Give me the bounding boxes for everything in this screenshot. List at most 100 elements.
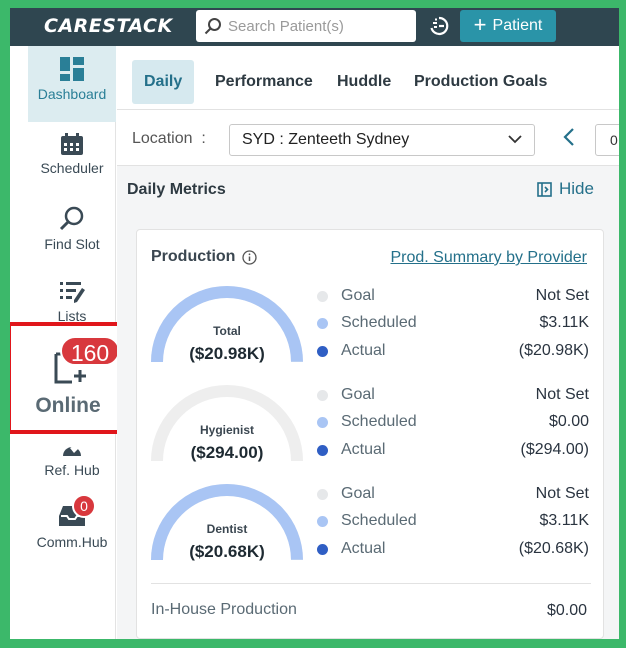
gauge-value-total: ($20.98K)	[189, 344, 265, 363]
nav-item-find-slot[interactable]: Find Slot	[28, 206, 116, 266]
gauge-label-dentist: Dentist	[206, 522, 248, 536]
metric-value: Not Set	[535, 386, 589, 403]
inhouse-production-value: $0.00	[546, 602, 587, 619]
scheduled-dot	[317, 516, 328, 527]
hide-button[interactable]: Hide	[537, 179, 594, 199]
metric-value: Not Set	[535, 287, 589, 304]
metric-row-scheduled: Scheduled $3.11K	[317, 313, 589, 335]
gauge-value-dentist: ($20.68K)	[189, 542, 265, 561]
gauge-label-total: Total	[213, 324, 241, 338]
main-content: Daily Performance Huddle Production Goal…	[117, 46, 619, 639]
tab-huddle[interactable]: Huddle	[325, 60, 403, 104]
timer-icon[interactable]	[428, 15, 450, 37]
metric-label: Goal	[341, 485, 375, 502]
list-edit-icon	[60, 282, 85, 303]
metric-value: ($294.00)	[520, 441, 590, 458]
metric-label: Scheduled	[341, 314, 417, 331]
location-label: Location :	[132, 130, 206, 147]
calendar-icon	[61, 133, 83, 155]
metric-row-goal: Goal Not Set	[317, 484, 589, 506]
search-icon	[204, 18, 221, 35]
chevron-down-icon	[508, 135, 522, 144]
left-nav: Dashboard Scheduler Find Slot Lists Ref.…	[10, 46, 129, 639]
location-bar: Location : SYD : Zenteeth Sydney 0	[117, 110, 619, 166]
goal-dot	[317, 291, 328, 302]
nav-label-dashboard: Dashboard	[37, 86, 107, 102]
production-title: Production	[151, 248, 258, 266]
comm-hub-badge: 0	[72, 494, 96, 518]
scheduled-dot	[317, 318, 328, 329]
info-icon[interactable]	[242, 249, 258, 265]
production-title-text: Production	[151, 248, 236, 265]
metric-row-actual: Actual ($20.68K)	[317, 539, 589, 561]
location-select[interactable]: SYD : Zenteeth Sydney	[229, 124, 535, 156]
tab-production-goals[interactable]: Production Goals	[402, 60, 559, 104]
metric-row-actual: Actual ($20.98K)	[317, 341, 589, 363]
date-picker[interactable]: 0	[595, 124, 619, 156]
online-badge: 160	[60, 336, 120, 366]
production-group-total: Total ($20.98K) Goal Not Set Scheduled $3.…	[137, 286, 605, 376]
production-card: Production Prod. Summary by Provider Tot…	[136, 229, 604, 639]
nav-label-comm-hub: Comm.Hub	[36, 534, 108, 550]
metric-label: Goal	[341, 386, 375, 403]
nav-item-online[interactable]: 160 Online	[10, 322, 129, 434]
metric-label: Actual	[341, 342, 386, 359]
nav-item-scheduler[interactable]: Scheduler	[28, 132, 116, 192]
nav-item-dashboard[interactable]: Dashboard	[28, 46, 116, 122]
metric-row-scheduled: Scheduled $0.00	[317, 412, 589, 434]
metric-label: Goal	[341, 287, 375, 304]
metric-value: $3.11K	[539, 512, 589, 529]
patient-search[interactable]	[196, 10, 416, 42]
referral-icon	[63, 444, 81, 456]
nav-label-find-slot: Find Slot	[44, 236, 100, 252]
top-bar: CARESTACK + Patient	[10, 8, 619, 46]
metric-row-actual: Actual ($294.00)	[317, 440, 589, 462]
app-logo[interactable]: CARESTACK	[44, 15, 173, 37]
chevron-left-icon[interactable]	[563, 128, 575, 146]
add-patient-label: Patient	[492, 17, 543, 34]
metric-label: Actual	[341, 540, 386, 557]
nav-label-ref-hub: Ref. Hub	[44, 462, 100, 478]
actual-dot	[317, 346, 328, 357]
production-group-dentist: Dentist ($20.68K) Goal Not Set Scheduled $…	[137, 484, 605, 574]
scheduled-dot	[317, 417, 328, 428]
metric-label: Actual	[341, 441, 386, 458]
nav-label-scheduler: Scheduler	[40, 160, 104, 176]
plus-icon: +	[473, 12, 487, 37]
tab-daily[interactable]: Daily	[132, 60, 195, 104]
nav-item-comm-hub[interactable]: 0 Comm.Hub	[28, 494, 116, 564]
hide-label: Hide	[559, 179, 594, 198]
inhouse-production-label: In-House Production	[151, 601, 297, 618]
dashboard-tabs: Daily Performance Huddle Production Goal…	[117, 46, 619, 110]
actual-dot	[317, 445, 328, 456]
metric-value: $0.00	[548, 413, 589, 430]
goal-dot	[317, 390, 328, 401]
collapse-panel-icon	[537, 181, 552, 197]
prod-summary-link[interactable]: Prod. Summary by Provider	[390, 249, 587, 267]
goal-dot	[317, 489, 328, 500]
search-icon	[59, 206, 84, 231]
metric-row-goal: Goal Not Set	[317, 286, 589, 308]
gauge-value-hygienist: ($294.00)	[190, 443, 264, 462]
gauge-label-hygienist: Hygienist	[199, 423, 254, 437]
metric-label: Scheduled	[341, 512, 417, 529]
actual-dot	[317, 544, 328, 555]
add-patient-button[interactable]: + Patient	[460, 10, 556, 42]
tab-performance[interactable]: Performance	[203, 60, 325, 104]
production-group-hygienist: Hygienist ($294.00) Goal Not Set Schedule…	[137, 385, 605, 475]
metric-value: ($20.98K)	[518, 342, 589, 359]
dashboard-icon	[60, 57, 84, 81]
app-frame: CARESTACK + Patient	[10, 8, 619, 639]
metric-value: ($20.68K)	[518, 540, 589, 557]
divider	[151, 583, 591, 584]
metric-label: Scheduled	[341, 413, 417, 430]
metric-row-scheduled: Scheduled $3.11K	[317, 511, 589, 533]
nav-label-online: Online	[35, 394, 101, 417]
search-input[interactable]	[228, 15, 408, 37]
metric-value: $3.11K	[539, 314, 589, 331]
location-value: SYD : Zenteeth Sydney	[242, 131, 410, 148]
daily-metrics-header: Daily Metrics Hide	[117, 167, 619, 209]
daily-metrics-title: Daily Metrics	[127, 181, 226, 198]
nav-item-ref-hub[interactable]: Ref. Hub	[28, 436, 116, 492]
metric-row-goal: Goal Not Set	[317, 385, 589, 407]
